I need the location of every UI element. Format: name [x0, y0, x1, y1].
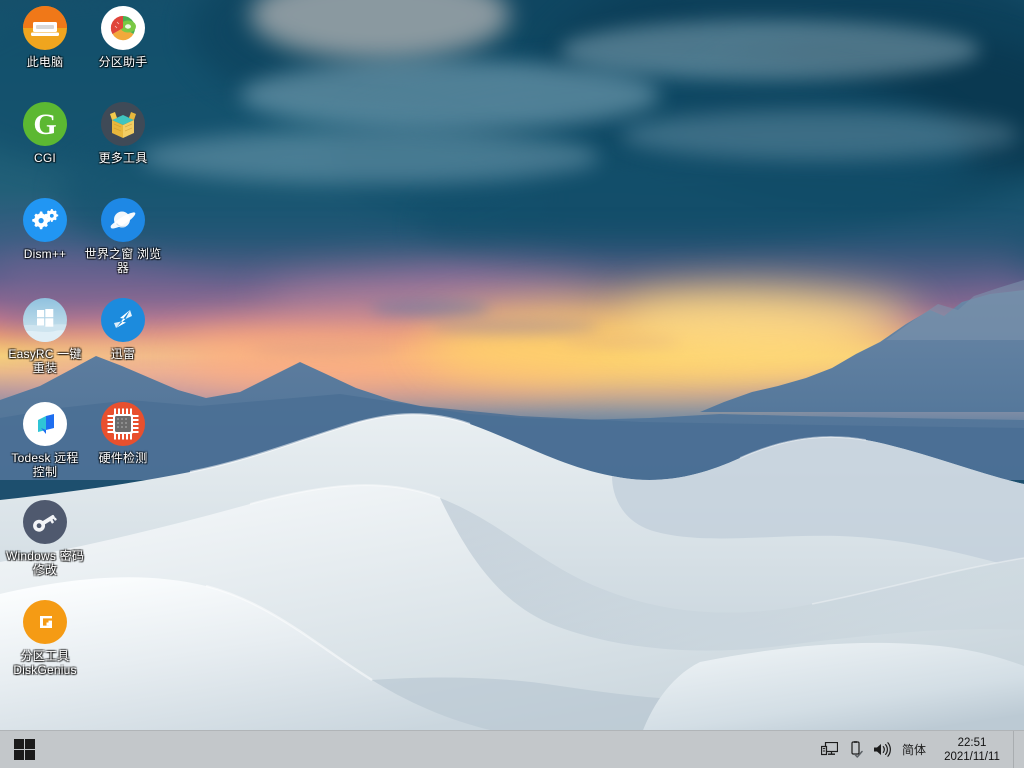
- desktop-icon-label: 更多工具: [84, 151, 162, 165]
- desktop-icon-cgi[interactable]: G CGI: [6, 100, 84, 165]
- key-icon: [21, 498, 69, 546]
- clock-date: 2021/11/11: [939, 750, 1005, 764]
- show-desktop-button[interactable]: [1013, 731, 1020, 768]
- desktop-icon-hardware-detect[interactable]: 硬件检测: [84, 400, 162, 465]
- desktop-icon-easyrc-reinstall[interactable]: EasyRC 一键重装: [6, 296, 84, 375]
- desktop-icon-dism-plus-plus[interactable]: Dism++: [6, 196, 84, 261]
- planet-browser-icon: [99, 196, 147, 244]
- diskgenius-g-icon: [21, 598, 69, 646]
- desktop-icon-label: 迅雷: [84, 347, 162, 361]
- pie-chart-disk-icon: [99, 4, 147, 52]
- system-tray[interactable]: 简体 22:51 2021/11/11: [817, 731, 1024, 768]
- hummingbird-icon: [99, 296, 147, 344]
- taskbar-task-area[interactable]: [48, 731, 817, 768]
- cloud-highlight: [240, 60, 660, 130]
- cloud-highlight: [140, 130, 600, 184]
- desktop-icon-label: Todesk 远程控制: [6, 451, 84, 479]
- desktop-icon-thunder-xunlei[interactable]: 迅雷: [84, 296, 162, 361]
- desktop-icon-diskgenius[interactable]: 分区工具 DiskGenius: [6, 598, 84, 677]
- desktop-icon-world-window-browser[interactable]: 世界之窗 浏览器: [84, 196, 162, 275]
- cloud-highlight: [620, 110, 1020, 160]
- desktop-icon-grid[interactable]: 此电脑 分区助手: [0, 0, 170, 730]
- gears-icon: [21, 196, 69, 244]
- desktop-icon-label: CGI: [6, 151, 84, 165]
- desktop-icon-label: 分区助手: [84, 55, 162, 69]
- computer-icon: [21, 4, 69, 52]
- ime-label: 简体: [902, 741, 926, 758]
- remote-control-arrow-icon: [21, 400, 69, 448]
- desktop-icon-todesk-remote[interactable]: Todesk 远程控制: [6, 400, 84, 479]
- desktop-icon-label: 此电脑: [6, 55, 84, 69]
- desktop-icon-label: Dism++: [6, 247, 84, 261]
- desktop-icon-label: 硬件检测: [84, 451, 162, 465]
- desktop-icon-partition-assistant[interactable]: 分区助手: [84, 4, 162, 69]
- cloud-highlight: [560, 20, 980, 80]
- desktop-icon-label: 分区工具 DiskGenius: [6, 649, 84, 677]
- windows-logo-icon: [14, 739, 35, 760]
- letter-g-icon: G: [21, 100, 69, 148]
- windows-reinstall-icon: [21, 296, 69, 344]
- desktop-icon-windows-password-reset[interactable]: Windows 密码修改: [6, 498, 84, 577]
- taskbar[interactable]: 简体 22:51 2021/11/11: [0, 730, 1024, 768]
- usb-safely-remove-icon[interactable]: [843, 731, 869, 768]
- desktop-icon-label: 世界之窗 浏览器: [84, 247, 162, 275]
- start-button[interactable]: [0, 731, 48, 768]
- speaker-volume-icon[interactable]: [869, 731, 895, 768]
- open-box-icon: [99, 100, 147, 148]
- taskbar-clock[interactable]: 22:51 2021/11/11: [933, 736, 1013, 764]
- desktop-icon-label: EasyRC 一键重装: [6, 347, 84, 375]
- desktop[interactable]: 此电脑 分区助手: [0, 0, 1024, 768]
- cpu-chip-icon: [99, 400, 147, 448]
- desktop-icon-this-pc[interactable]: 此电脑: [6, 4, 84, 69]
- network-monitor-icon[interactable]: [817, 731, 843, 768]
- desktop-icon-label: Windows 密码修改: [6, 549, 84, 577]
- clock-time: 22:51: [939, 736, 1005, 750]
- ime-indicator[interactable]: 简体: [895, 731, 933, 768]
- svg-text:G: G: [33, 108, 56, 141]
- desktop-icon-more-tools[interactable]: 更多工具: [84, 100, 162, 165]
